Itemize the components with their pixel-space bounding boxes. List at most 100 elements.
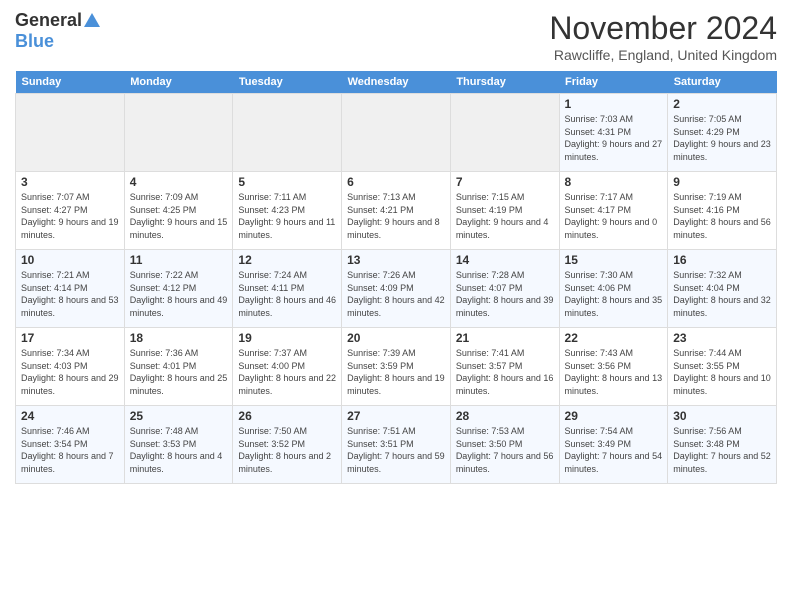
day-info: Sunrise: 7:05 AM Sunset: 4:29 PM Dayligh… xyxy=(673,113,771,163)
day-info: Sunrise: 7:46 AM Sunset: 3:54 PM Dayligh… xyxy=(21,425,119,475)
week-row-4: 17 Sunrise: 7:34 AM Sunset: 4:03 PM Dayli… xyxy=(16,328,777,406)
table-cell xyxy=(233,94,342,172)
day-number: 21 xyxy=(456,331,554,345)
table-cell: 7 Sunrise: 7:15 AM Sunset: 4:19 PM Daylig… xyxy=(450,172,559,250)
day-number: 17 xyxy=(21,331,119,345)
day-info: Sunrise: 7:13 AM Sunset: 4:21 PM Dayligh… xyxy=(347,191,445,241)
day-number: 20 xyxy=(347,331,445,345)
day-info: Sunrise: 7:19 AM Sunset: 4:16 PM Dayligh… xyxy=(673,191,771,241)
day-info: Sunrise: 7:43 AM Sunset: 3:56 PM Dayligh… xyxy=(565,347,663,397)
day-info: Sunrise: 7:36 AM Sunset: 4:01 PM Dayligh… xyxy=(130,347,228,397)
table-cell: 9 Sunrise: 7:19 AM Sunset: 4:16 PM Daylig… xyxy=(668,172,777,250)
table-cell: 20 Sunrise: 7:39 AM Sunset: 3:59 PM Dayli… xyxy=(342,328,451,406)
day-number: 5 xyxy=(238,175,336,189)
table-cell: 24 Sunrise: 7:46 AM Sunset: 3:54 PM Dayli… xyxy=(16,406,125,484)
day-number: 8 xyxy=(565,175,663,189)
day-info: Sunrise: 7:22 AM Sunset: 4:12 PM Dayligh… xyxy=(130,269,228,319)
day-info: Sunrise: 7:17 AM Sunset: 4:17 PM Dayligh… xyxy=(565,191,663,241)
col-wednesday: Wednesday xyxy=(342,71,451,94)
day-info: Sunrise: 7:48 AM Sunset: 3:53 PM Dayligh… xyxy=(130,425,228,475)
day-info: Sunrise: 7:11 AM Sunset: 4:23 PM Dayligh… xyxy=(238,191,336,241)
day-number: 3 xyxy=(21,175,119,189)
table-cell: 29 Sunrise: 7:54 AM Sunset: 3:49 PM Dayli… xyxy=(559,406,668,484)
day-number: 29 xyxy=(565,409,663,423)
table-cell: 2 Sunrise: 7:05 AM Sunset: 4:29 PM Daylig… xyxy=(668,94,777,172)
day-info: Sunrise: 7:28 AM Sunset: 4:07 PM Dayligh… xyxy=(456,269,554,319)
day-number: 13 xyxy=(347,253,445,267)
day-number: 14 xyxy=(456,253,554,267)
week-row-1: 1Sunrise: 7:03 AM Sunset: 4:31 PM Daylig… xyxy=(16,94,777,172)
day-number: 18 xyxy=(130,331,228,345)
table-cell: 12Sunrise: 7:24 AM Sunset: 4:11 PM Dayli… xyxy=(233,250,342,328)
table-cell: 4 Sunrise: 7:09 AM Sunset: 4:25 PM Daylig… xyxy=(124,172,233,250)
table-cell: 27 Sunrise: 7:51 AM Sunset: 3:51 PM Dayli… xyxy=(342,406,451,484)
logo-triangle-icon xyxy=(84,13,100,27)
day-number: 16 xyxy=(673,253,771,267)
day-info: Sunrise: 7:03 AM Sunset: 4:31 PM Dayligh… xyxy=(565,113,663,163)
logo-blue-text: Blue xyxy=(15,31,54,52)
table-cell: 17 Sunrise: 7:34 AM Sunset: 4:03 PM Dayli… xyxy=(16,328,125,406)
day-number: 25 xyxy=(130,409,228,423)
table-cell: 15Sunrise: 7:30 AM Sunset: 4:06 PM Dayli… xyxy=(559,250,668,328)
calendar-header-row: Sunday Monday Tuesday Wednesday Thursday… xyxy=(16,71,777,94)
table-cell: 25 Sunrise: 7:48 AM Sunset: 3:53 PM Dayli… xyxy=(124,406,233,484)
table-cell: 22 Sunrise: 7:43 AM Sunset: 3:56 PM Dayli… xyxy=(559,328,668,406)
day-info: Sunrise: 7:56 AM Sunset: 3:48 PM Dayligh… xyxy=(673,425,771,475)
day-number: 15 xyxy=(565,253,663,267)
day-info: Sunrise: 7:32 AM Sunset: 4:04 PM Dayligh… xyxy=(673,269,771,319)
table-cell: 18 Sunrise: 7:36 AM Sunset: 4:01 PM Dayli… xyxy=(124,328,233,406)
day-info: Sunrise: 7:34 AM Sunset: 4:03 PM Dayligh… xyxy=(21,347,119,397)
col-monday: Monday xyxy=(124,71,233,94)
day-info: Sunrise: 7:09 AM Sunset: 4:25 PM Dayligh… xyxy=(130,191,228,241)
table-cell: 5 Sunrise: 7:11 AM Sunset: 4:23 PM Daylig… xyxy=(233,172,342,250)
table-cell xyxy=(124,94,233,172)
day-info: Sunrise: 7:51 AM Sunset: 3:51 PM Dayligh… xyxy=(347,425,445,475)
table-cell: 19 Sunrise: 7:37 AM Sunset: 4:00 PM Dayli… xyxy=(233,328,342,406)
day-info: Sunrise: 7:39 AM Sunset: 3:59 PM Dayligh… xyxy=(347,347,445,397)
day-number: 9 xyxy=(673,175,771,189)
day-number: 12 xyxy=(238,253,336,267)
table-cell: 13 Sunrise: 7:26 AM Sunset: 4:09 PM Dayli… xyxy=(342,250,451,328)
day-info: Sunrise: 7:41 AM Sunset: 3:57 PM Dayligh… xyxy=(456,347,554,397)
day-number: 30 xyxy=(673,409,771,423)
day-number: 4 xyxy=(130,175,228,189)
day-info: Sunrise: 7:15 AM Sunset: 4:19 PM Dayligh… xyxy=(456,191,554,241)
table-cell: 3 Sunrise: 7:07 AM Sunset: 4:27 PM Daylig… xyxy=(16,172,125,250)
day-number: 24 xyxy=(21,409,119,423)
day-info: Sunrise: 7:21 AM Sunset: 4:14 PM Dayligh… xyxy=(21,269,119,319)
table-cell: 30 Sunrise: 7:56 AM Sunset: 3:48 PM Dayli… xyxy=(668,406,777,484)
table-cell: 26Sunrise: 7:50 AM Sunset: 3:52 PM Dayli… xyxy=(233,406,342,484)
title-section: November 2024 Rawcliffe, England, United… xyxy=(549,10,777,63)
col-friday: Friday xyxy=(559,71,668,94)
table-cell xyxy=(450,94,559,172)
page-container: General Blue November 2024 Rawcliffe, En… xyxy=(0,0,792,612)
table-cell: 21 Sunrise: 7:41 AM Sunset: 3:57 PM Dayli… xyxy=(450,328,559,406)
table-cell: 10Sunrise: 7:21 AM Sunset: 4:14 PM Dayli… xyxy=(16,250,125,328)
day-number: 6 xyxy=(347,175,445,189)
day-info: Sunrise: 7:50 AM Sunset: 3:52 PM Dayligh… xyxy=(238,425,336,475)
table-cell: 6 Sunrise: 7:13 AM Sunset: 4:21 PM Daylig… xyxy=(342,172,451,250)
day-number: 27 xyxy=(347,409,445,423)
day-info: Sunrise: 7:07 AM Sunset: 4:27 PM Dayligh… xyxy=(21,191,119,241)
day-number: 19 xyxy=(238,331,336,345)
table-cell: 16 Sunrise: 7:32 AM Sunset: 4:04 PM Dayli… xyxy=(668,250,777,328)
logo-general-text: General xyxy=(15,10,82,31)
week-row-3: 10Sunrise: 7:21 AM Sunset: 4:14 PM Dayli… xyxy=(16,250,777,328)
table-cell: 28Sunrise: 7:53 AM Sunset: 3:50 PM Dayli… xyxy=(450,406,559,484)
table-cell: 14 Sunrise: 7:28 AM Sunset: 4:07 PM Dayli… xyxy=(450,250,559,328)
day-info: Sunrise: 7:54 AM Sunset: 3:49 PM Dayligh… xyxy=(565,425,663,475)
day-number: 28 xyxy=(456,409,554,423)
table-cell: 23Sunrise: 7:44 AM Sunset: 3:55 PM Dayli… xyxy=(668,328,777,406)
day-number: 23 xyxy=(673,331,771,345)
table-cell xyxy=(16,94,125,172)
week-row-2: 3 Sunrise: 7:07 AM Sunset: 4:27 PM Daylig… xyxy=(16,172,777,250)
day-number: 22 xyxy=(565,331,663,345)
table-cell: 1Sunrise: 7:03 AM Sunset: 4:31 PM Daylig… xyxy=(559,94,668,172)
day-number: 7 xyxy=(456,175,554,189)
day-info: Sunrise: 7:37 AM Sunset: 4:00 PM Dayligh… xyxy=(238,347,336,397)
day-info: Sunrise: 7:26 AM Sunset: 4:09 PM Dayligh… xyxy=(347,269,445,319)
day-number: 2 xyxy=(673,97,771,111)
week-row-5: 24 Sunrise: 7:46 AM Sunset: 3:54 PM Dayli… xyxy=(16,406,777,484)
table-cell: 8 Sunrise: 7:17 AM Sunset: 4:17 PM Daylig… xyxy=(559,172,668,250)
month-title: November 2024 xyxy=(549,10,777,47)
